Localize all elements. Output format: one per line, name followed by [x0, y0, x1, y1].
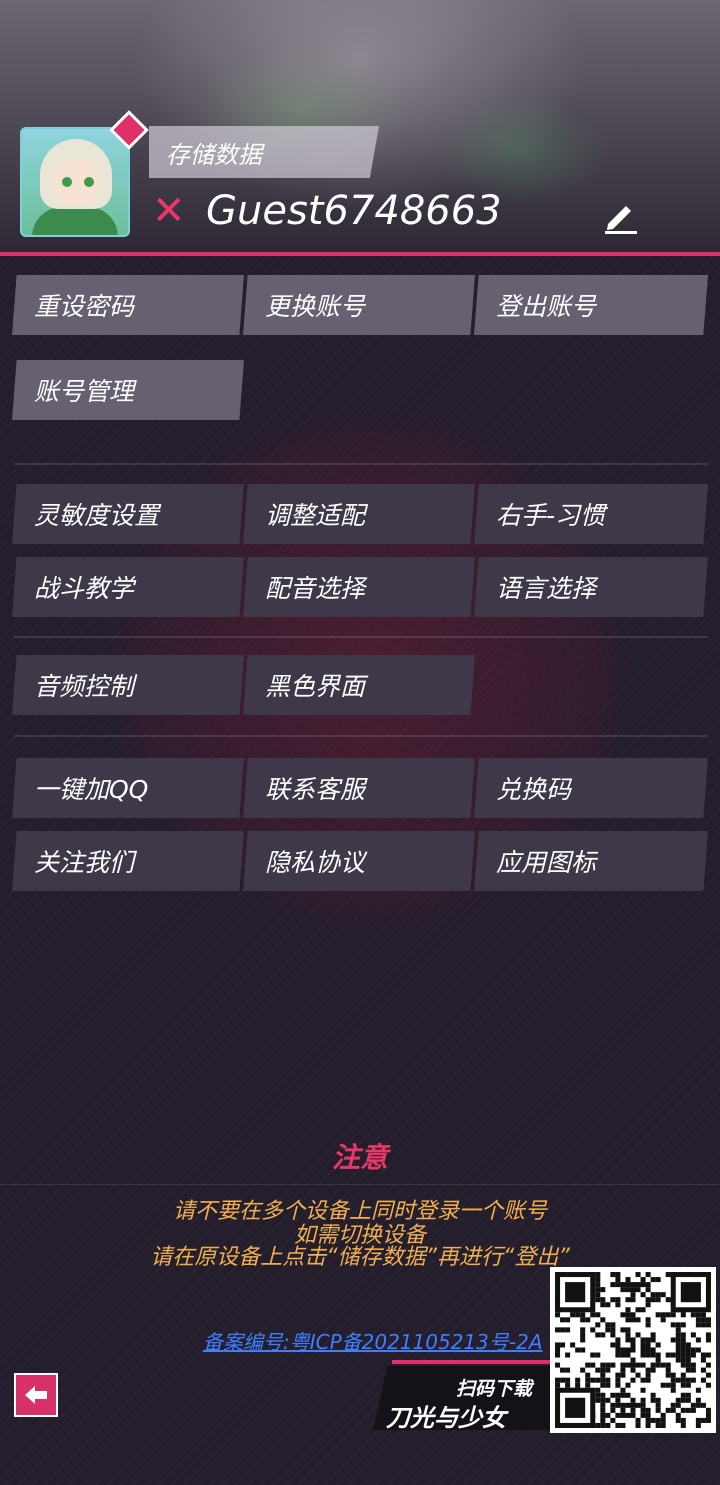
avatar[interactable] — [20, 127, 130, 237]
voice-select-button[interactable]: 配音选择 — [243, 557, 475, 617]
battle-tutorial-button[interactable]: 战斗教学 — [12, 557, 244, 617]
download-accent-bar — [392, 1360, 550, 1364]
reset-password-button[interactable]: 重设密码 — [12, 275, 244, 335]
account-management-button[interactable]: 账号管理 — [12, 360, 244, 420]
header-accent-line — [0, 252, 720, 256]
sensitivity-settings-button[interactable]: 灵敏度设置 — [12, 484, 244, 544]
x-mark-icon: ✕ — [152, 188, 186, 234]
notice-title: 注意 — [331, 1141, 388, 1174]
join-qq-button[interactable]: 一键加QQ — [12, 758, 244, 818]
right-hand-habit-button[interactable]: 右手-习惯 — [474, 484, 708, 544]
privacy-policy-button[interactable]: 隐私协议 — [243, 831, 475, 891]
icp-link[interactable]: 备案编号:粤ICP备2021105213号-2A — [203, 1326, 543, 1355]
app-icon-button[interactable]: 应用图标 — [474, 831, 708, 891]
username: Guest6748663 — [206, 188, 502, 234]
language-select-button[interactable]: 语言选择 — [474, 557, 708, 617]
game-name: 刀光与少女 — [386, 1404, 506, 1432]
back-button[interactable] — [14, 1373, 58, 1417]
divider — [14, 636, 708, 638]
pencil-icon[interactable] — [600, 196, 640, 236]
contact-support-button[interactable]: 联系客服 — [243, 758, 475, 818]
audio-control-button[interactable]: 音频控制 — [12, 655, 244, 715]
divider — [0, 1184, 720, 1185]
dark-interface-button[interactable]: 黑色界面 — [243, 655, 475, 715]
redeem-code-button[interactable]: 兑换码 — [474, 758, 708, 818]
notice-line: 请不要在多个设备上同时登录一个账号 — [172, 1199, 547, 1224]
save-data-button[interactable]: 存储数据 — [149, 126, 379, 178]
adjust-fit-button[interactable]: 调整适配 — [243, 484, 475, 544]
switch-account-button[interactable]: 更换账号 — [243, 275, 475, 335]
divider — [14, 735, 708, 737]
save-data-label: 存储数据 — [166, 141, 262, 169]
logout-button[interactable]: 登出账号 — [474, 275, 708, 335]
divider — [14, 463, 708, 465]
download-subtitle: 扫码下载 — [456, 1378, 533, 1400]
follow-us-button[interactable]: 关注我们 — [12, 831, 244, 891]
qr-code — [550, 1267, 716, 1433]
arrow-left-icon — [25, 1386, 47, 1404]
